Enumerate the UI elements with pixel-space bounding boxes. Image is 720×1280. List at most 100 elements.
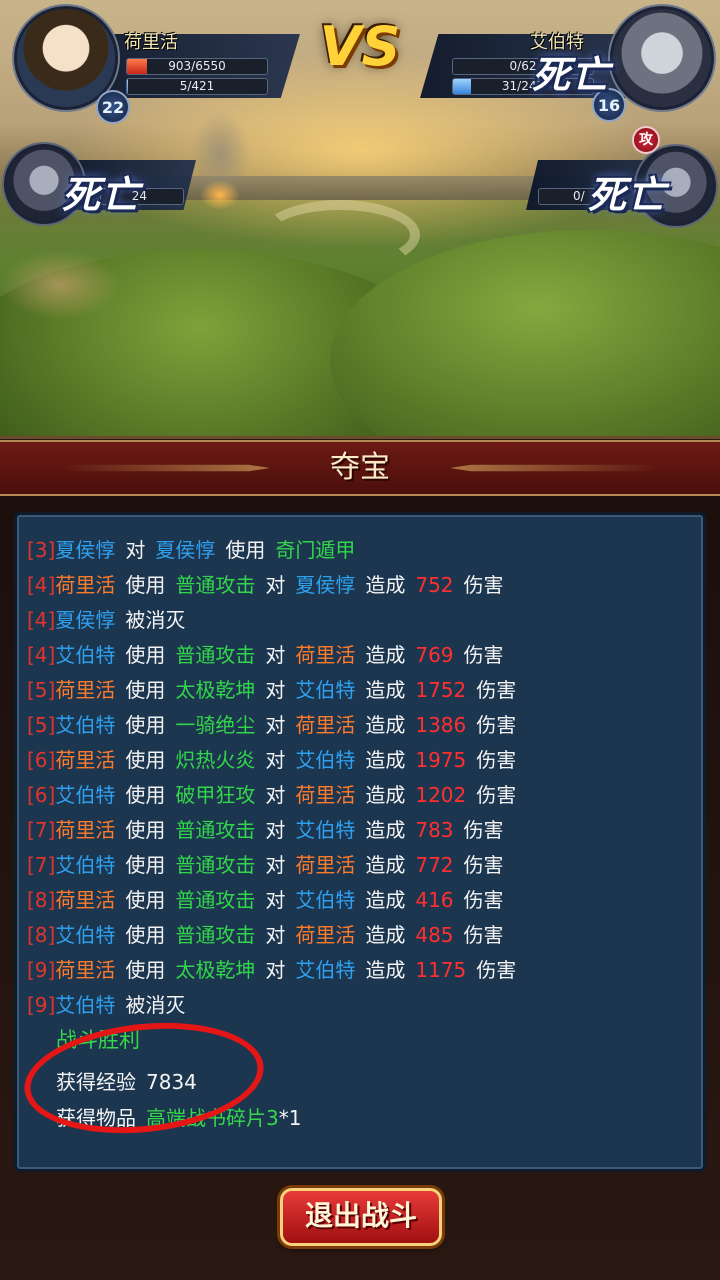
log-segment: 荷里活: [55, 748, 116, 772]
log-segment: 1752: [415, 678, 467, 702]
log-segment: 造成: [365, 573, 406, 597]
log-segment: 使用: [125, 573, 166, 597]
log-segment: 艾伯特: [55, 783, 116, 807]
log-segment: 使用: [125, 678, 166, 702]
log-segment: 普通攻击: [175, 818, 256, 842]
log-segment: 荷里活: [295, 643, 356, 667]
log-segment: 炽热火炎: [175, 748, 256, 772]
log-segment: 1386: [415, 713, 467, 737]
log-segment: [3]: [27, 538, 56, 562]
log-segment: 伤害: [463, 818, 504, 842]
log-segment: 使用: [125, 853, 166, 877]
log-segment: 对: [265, 713, 286, 737]
enemy-dead-label: 死亡: [532, 53, 611, 97]
player-mp-fill: [127, 79, 129, 94]
log-segment: 被消灭: [125, 608, 186, 632]
log-line: [8]艾伯特 使用 普通攻击对荷里活 造成 485 伤害: [27, 918, 703, 953]
log-line: [7]艾伯特 使用 普通攻击对荷里活 造成 772 伤害: [27, 848, 703, 883]
log-segment: 荷里活: [295, 853, 356, 877]
log-segment: 荷里活: [55, 818, 116, 842]
log-segment: [5]: [27, 713, 56, 737]
log-segment: 造成: [365, 818, 406, 842]
log-segment: 对: [265, 643, 286, 667]
log-segment: 1202: [415, 783, 467, 807]
log-segment: 夏侯惇: [55, 538, 116, 562]
log-line: [7]荷里活 使用 普通攻击对艾伯特 造成 783 伤害: [27, 813, 703, 848]
dirt-path: [260, 200, 420, 270]
log-segment: 艾伯特: [55, 853, 116, 877]
log-segment: [4]: [27, 608, 56, 632]
log-segment: 太极乾坤: [175, 678, 256, 702]
log-segment: [7]: [27, 853, 56, 877]
log-line: [4]艾伯特 使用 普通攻击对荷里活 造成 769 伤害: [27, 638, 703, 673]
exit-battle-button[interactable]: 退出战斗: [280, 1188, 442, 1246]
log-segment: 使用: [125, 818, 166, 842]
log-segment: 夏侯惇: [55, 608, 116, 632]
enemy-portrait[interactable]: [610, 6, 714, 110]
log-segment: 使用: [125, 713, 166, 737]
log-segment: 使用: [125, 923, 166, 947]
log-segment: 艾伯特: [55, 713, 116, 737]
log-line: [9]艾伯特 被消灭: [27, 988, 703, 1023]
log-segment: 对: [265, 888, 286, 912]
log-segment: 1175: [415, 958, 467, 982]
log-segment: 造成: [365, 748, 406, 772]
log-segment: 荷里活: [295, 783, 356, 807]
log-segment: 伤害: [476, 958, 517, 982]
log-segment: 对: [265, 573, 286, 597]
log-segment: 416: [415, 888, 454, 912]
enemy2-hp-text: 0/: [573, 189, 585, 203]
panel-title: 夺宝: [330, 450, 390, 485]
log-segment: 艾伯特: [295, 678, 356, 702]
item-qty: *1: [278, 1106, 302, 1130]
log-segment: 艾伯特: [55, 923, 116, 947]
log-segment: 艾伯特: [55, 993, 116, 1017]
enemy2-dead-label: 死亡: [588, 173, 667, 217]
log-segment: 普通攻击: [175, 573, 256, 597]
log-segment: 使用: [125, 888, 166, 912]
ally-dead-label: 死亡: [62, 173, 141, 217]
log-segment: 荷里活: [295, 923, 356, 947]
log-segment: [6]: [27, 748, 56, 772]
log-segment: 伤害: [463, 573, 504, 597]
log-segment: 对: [265, 923, 286, 947]
log-segment: 荷里活: [55, 888, 116, 912]
log-segment: 造成: [365, 853, 406, 877]
log-segment: 伤害: [476, 783, 517, 807]
log-line: [6]荷里活 使用 炽热火炎对艾伯特 造成 1975 伤害: [27, 743, 703, 778]
log-segment: 伤害: [476, 748, 517, 772]
log-segment: 造成: [365, 923, 406, 947]
log-segment: 使用: [125, 748, 166, 772]
player-mp-text: 5/421: [179, 79, 215, 93]
log-segment: 夏侯惇: [295, 573, 356, 597]
log-line: [9]荷里活 使用 太极乾坤对艾伯特 造成 1175 伤害: [27, 953, 703, 988]
log-segment: 伤害: [463, 643, 504, 667]
log-segment: 对: [265, 678, 286, 702]
log-line: [5]荷里活 使用 太极乾坤对艾伯特 造成 1752 伤害: [27, 673, 703, 708]
log-segment: 对: [265, 853, 286, 877]
log-segment: 一骑绝尘: [175, 713, 256, 737]
skeleton-remains: [0, 250, 120, 320]
log-segment: 艾伯特: [295, 888, 356, 912]
log-segment: 伤害: [476, 678, 517, 702]
log-segment: 艾伯特: [295, 748, 356, 772]
log-segment: 普通攻击: [175, 643, 256, 667]
log-segment: [4]: [27, 643, 56, 667]
log-segment: 772: [415, 853, 454, 877]
vs-emblem: VS: [319, 15, 401, 78]
log-segment: 使用: [225, 538, 266, 562]
log-line: [4]夏侯惇 被消灭: [27, 603, 703, 638]
log-segment: 夏侯惇: [155, 538, 216, 562]
log-segment: 艾伯特: [295, 818, 356, 842]
log-segment: 造成: [365, 713, 406, 737]
player-hp-fill: [127, 59, 147, 74]
log-segment: 使用: [125, 643, 166, 667]
log-segment: 伤害: [476, 713, 517, 737]
log-segment: [8]: [27, 888, 56, 912]
log-segment: 783: [415, 818, 454, 842]
log-line: [5]艾伯特 使用 一骑绝尘对荷里活 造成 1386 伤害: [27, 708, 703, 743]
log-segment: 普通攻击: [175, 853, 256, 877]
player-hp-bar: 903/6550: [126, 58, 268, 75]
log-segment: 造成: [365, 643, 406, 667]
log-segment: 被消灭: [125, 993, 186, 1017]
